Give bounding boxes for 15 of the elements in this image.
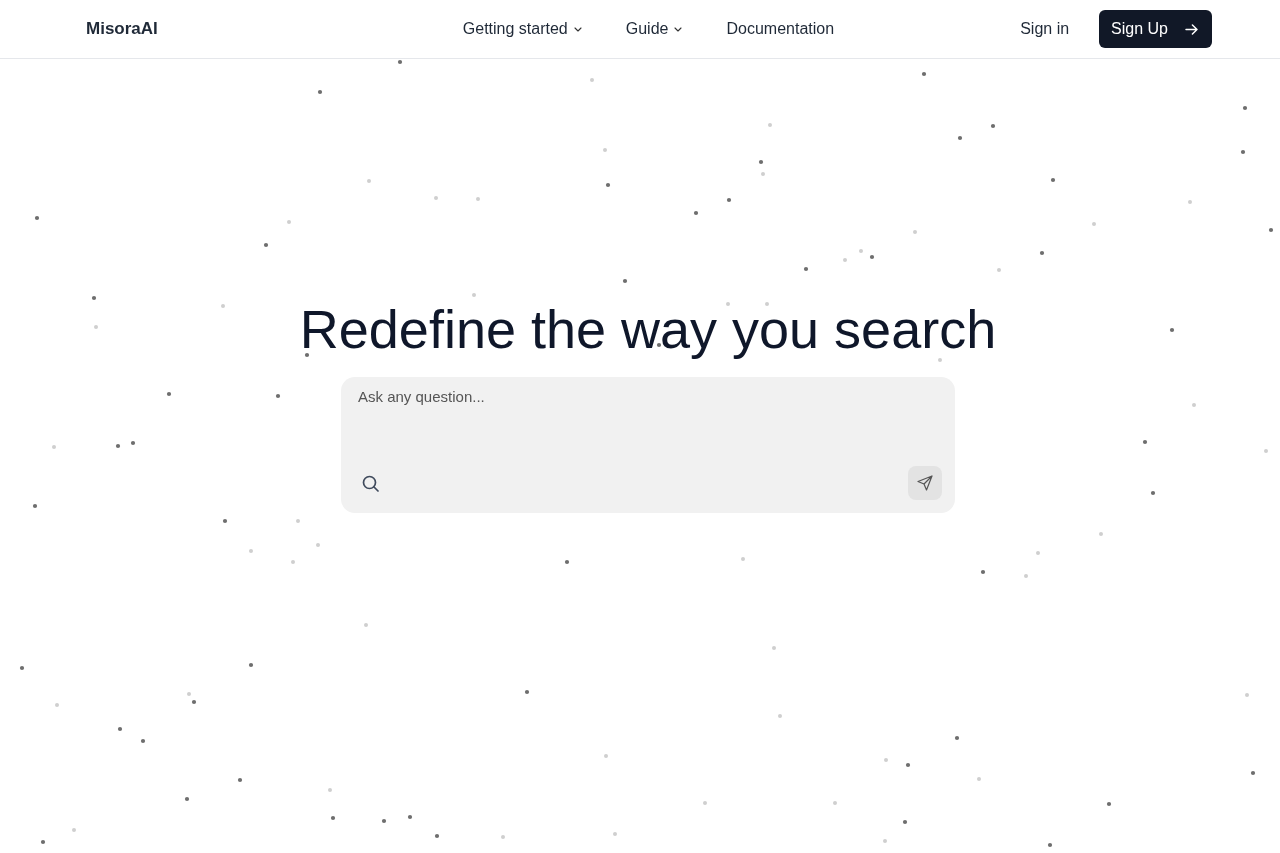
chevron-down-icon xyxy=(674,26,683,32)
search-icon xyxy=(362,474,379,492)
send-button[interactable] xyxy=(908,466,942,500)
nav-link[interactable]: Getting started xyxy=(462,20,582,38)
nav-link[interactable]: Guide xyxy=(625,20,683,38)
sign-in-link[interactable]: Sign in xyxy=(1020,20,1070,38)
chevron-down-icon xyxy=(573,26,582,32)
nav-link[interactable]: Documentation xyxy=(726,20,835,38)
sign-up-button[interactable]: Sign Up xyxy=(1099,10,1212,48)
paper-plane-icon xyxy=(917,475,933,491)
logo-link[interactable]: MisoraAI xyxy=(86,19,158,39)
search-box[interactable]: Ask any question... xyxy=(341,377,955,513)
question-field[interactable]: Ask any question... xyxy=(358,388,942,444)
arrow-right-icon xyxy=(1185,23,1198,35)
hero-heading: Redefine the way you search xyxy=(299,298,997,361)
